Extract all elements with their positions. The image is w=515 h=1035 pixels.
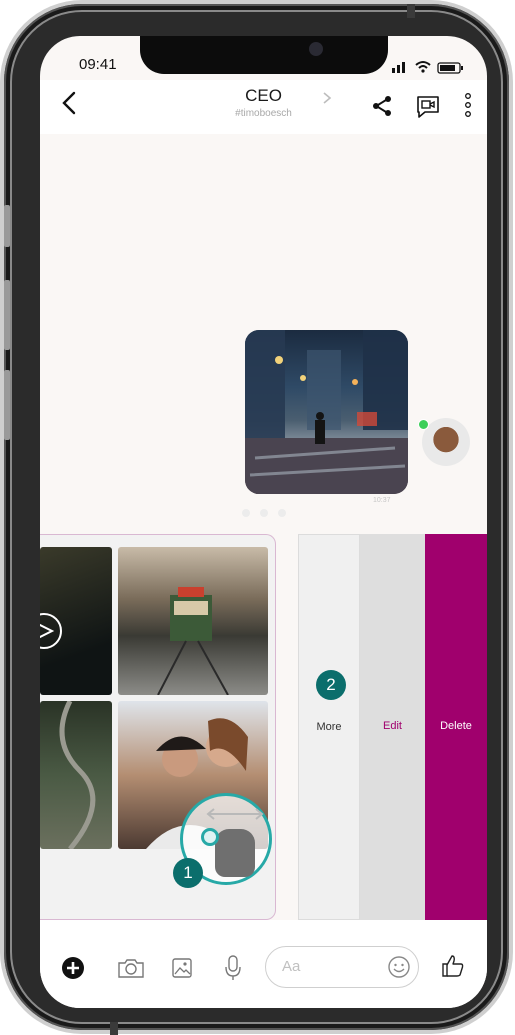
kebab-menu-icon[interactable] bbox=[464, 92, 472, 118]
more-action[interactable]: More bbox=[298, 534, 360, 920]
online-indicator bbox=[418, 419, 429, 430]
volume-up-button bbox=[4, 280, 10, 350]
composer-bar bbox=[40, 920, 487, 1008]
delete-label: Delete bbox=[440, 720, 472, 732]
swipe-arrow-icon bbox=[206, 808, 264, 820]
frame-cut-bottom bbox=[110, 1022, 118, 1035]
camera-icon[interactable] bbox=[116, 956, 146, 980]
image-icon[interactable] bbox=[170, 956, 194, 980]
thumbs-up-icon[interactable] bbox=[440, 953, 466, 979]
front-camera bbox=[309, 42, 323, 56]
edit-action[interactable]: Edit bbox=[360, 534, 425, 920]
emoji-icon[interactable] bbox=[387, 955, 411, 979]
chevron-right-icon[interactable] bbox=[321, 90, 333, 106]
status-icons bbox=[392, 61, 463, 74]
typing-indicator bbox=[242, 509, 286, 517]
microphone-icon[interactable] bbox=[223, 954, 243, 982]
delete-action[interactable]: Delete bbox=[425, 534, 487, 920]
cable-car-image bbox=[157, 587, 229, 696]
mute-switch bbox=[4, 205, 10, 247]
phone-screen: 09:41 CEO #timoboesch 10:37 1 More Edit … bbox=[40, 36, 487, 1008]
message-timestamp: 10:37 bbox=[373, 497, 391, 504]
more-label: More bbox=[316, 721, 342, 733]
winding-road-image bbox=[59, 699, 96, 851]
photo-tile-laptop[interactable] bbox=[40, 547, 112, 695]
frame-cut bbox=[407, 4, 415, 18]
message-photo[interactable] bbox=[245, 330, 408, 494]
photo-tile-road[interactable] bbox=[40, 699, 112, 851]
swipe-gesture-icon bbox=[215, 829, 255, 877]
notch bbox=[140, 36, 388, 74]
avatar[interactable] bbox=[422, 418, 470, 466]
photo-tile-cable-car[interactable] bbox=[118, 547, 268, 696]
message-input-placeholder: Aa bbox=[282, 958, 301, 975]
video-message-icon[interactable] bbox=[415, 94, 441, 120]
volume-down-button bbox=[4, 370, 10, 440]
edit-label: Edit bbox=[383, 720, 402, 732]
step-badge-2: 2 bbox=[316, 670, 346, 700]
street-scene-image bbox=[245, 330, 408, 494]
touch-point bbox=[201, 828, 219, 846]
status-time: 09:41 bbox=[79, 56, 117, 73]
plus-icon[interactable] bbox=[61, 956, 85, 980]
share-icon[interactable] bbox=[370, 94, 394, 118]
play-icon bbox=[40, 613, 62, 649]
step-badge-1: 1 bbox=[173, 858, 203, 888]
